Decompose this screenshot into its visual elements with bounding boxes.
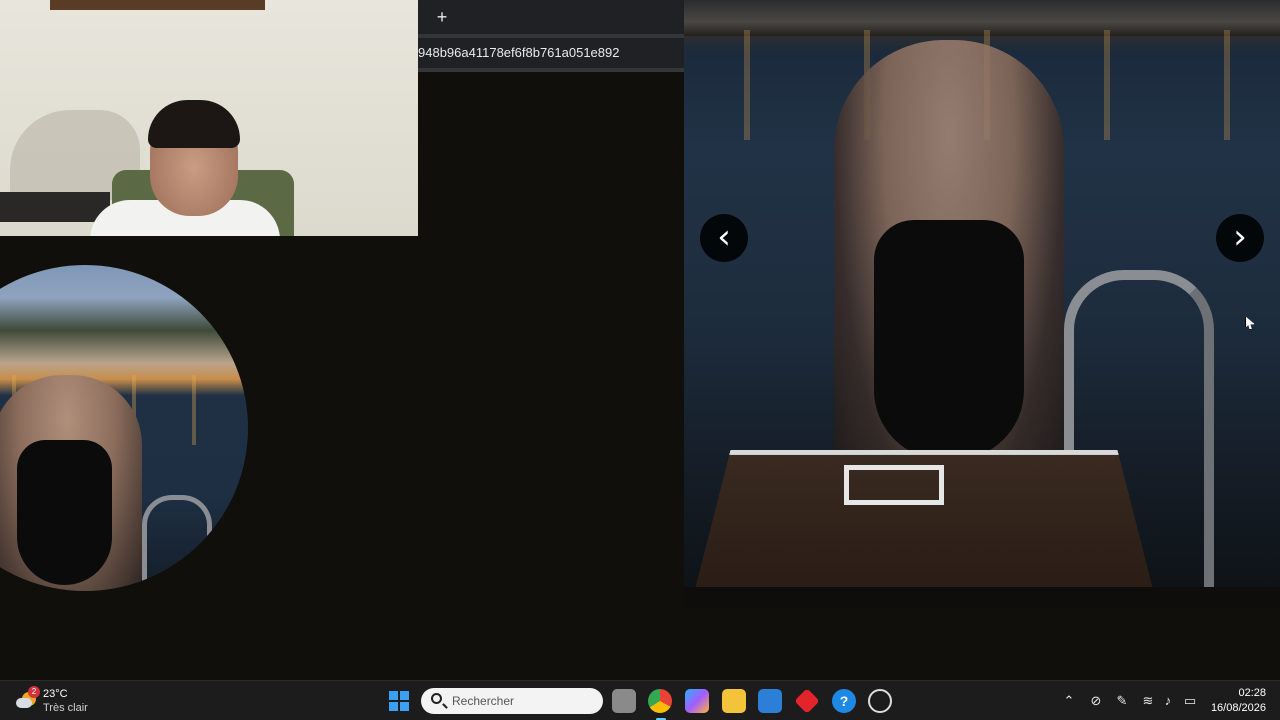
swimsuit xyxy=(874,220,1024,460)
url-text[interactable]: 948b96a41178ef6f8b761a051e892 xyxy=(418,38,619,68)
start-tile xyxy=(389,691,398,700)
start-tile xyxy=(389,702,398,711)
red-app-icon[interactable] xyxy=(794,688,820,714)
deck-hatch xyxy=(844,465,944,505)
swimsuit xyxy=(17,440,112,585)
copilot-icon[interactable] xyxy=(685,689,709,713)
picture-frame xyxy=(50,0,265,10)
viewer-bottom-bar xyxy=(684,587,1280,608)
tray-overflow-icon[interactable]: ⌃ xyxy=(1060,691,1078,711)
screen: + — ❐ ✕ 948b96a41178ef6f8b761a051e892 ⌖ … xyxy=(0,0,1280,720)
cloud-shape xyxy=(16,698,32,708)
volume-icon[interactable]: ♪ xyxy=(1159,691,1177,711)
start-button[interactable] xyxy=(389,691,409,711)
wifi-icon[interactable]: ≋ xyxy=(1139,691,1157,711)
webcam-overlay xyxy=(0,0,418,236)
next-image-button[interactable]: › xyxy=(1216,214,1264,262)
task-view-icon[interactable] xyxy=(612,689,636,713)
start-tile xyxy=(400,702,409,711)
weather-badge: 2 xyxy=(28,686,40,698)
help-icon[interactable]: ? xyxy=(832,689,856,713)
weather-condition: Très clair xyxy=(43,702,88,714)
search-icon xyxy=(431,693,442,704)
start-tile xyxy=(400,691,409,700)
notifications-off-icon[interactable]: ⊘ xyxy=(1087,691,1105,711)
bench xyxy=(0,192,110,222)
pen-icon[interactable]: ✎ xyxy=(1113,691,1131,711)
image-viewer xyxy=(684,0,1280,587)
person-hair xyxy=(148,100,240,148)
boat-ladder-rail xyxy=(142,495,212,591)
weather-temperature: 23°C xyxy=(43,688,68,700)
file-explorer-icon[interactable] xyxy=(722,689,746,713)
clock-date[interactable]: 16/08/2026 xyxy=(1196,702,1266,714)
circle-app-icon[interactable] xyxy=(868,689,892,713)
clock-time[interactable]: 02:28 xyxy=(1206,687,1266,699)
taskbar: 2 23°C Très clair Rechercher ? ⌃ ⊘ ✎ ≋ ♪… xyxy=(0,680,1280,720)
chrome-icon[interactable] xyxy=(648,689,672,713)
prev-image-button[interactable]: ‹ xyxy=(700,214,748,262)
search-placeholder: Rechercher xyxy=(452,694,515,708)
store-icon[interactable] xyxy=(758,689,782,713)
taskbar-search[interactable]: Rechercher xyxy=(421,688,603,714)
new-tab-button[interactable]: + xyxy=(430,6,454,28)
